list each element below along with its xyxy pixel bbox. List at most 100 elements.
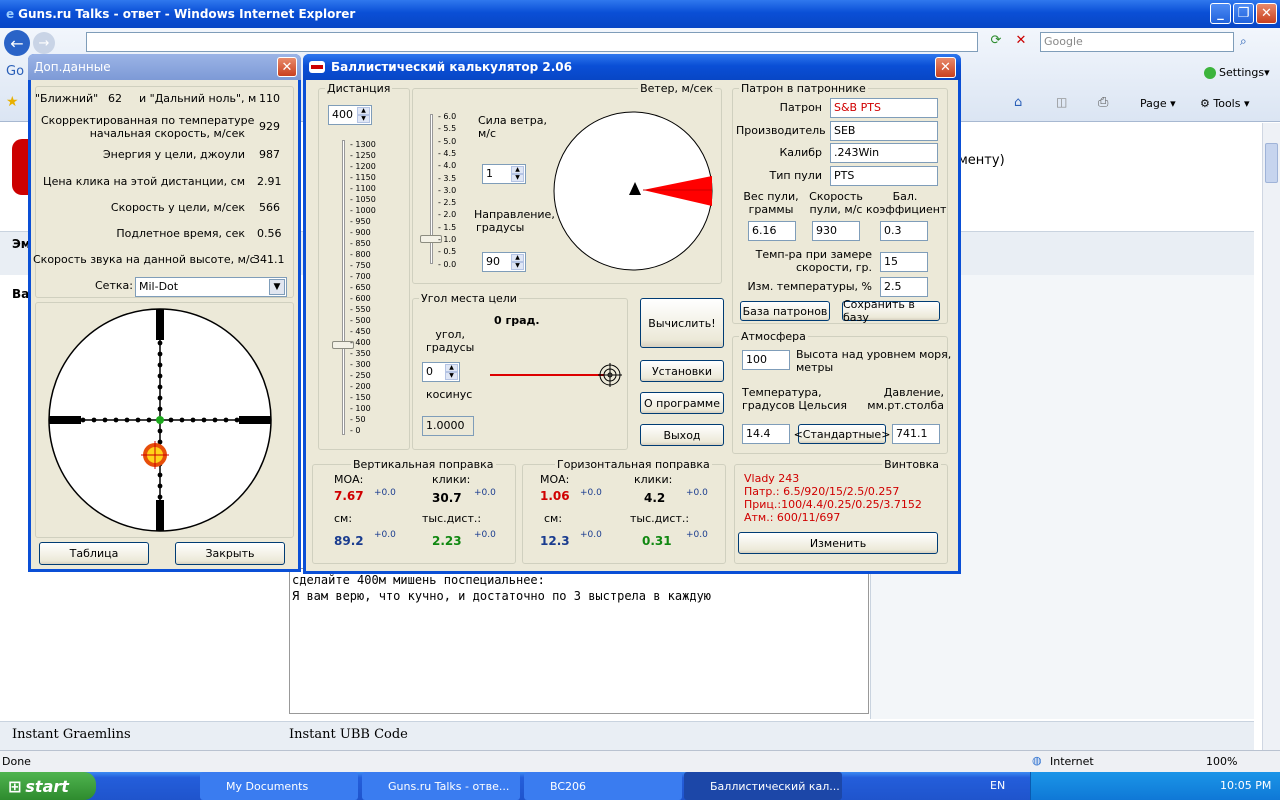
distance-tick-label: - 250 xyxy=(350,371,371,380)
settings-button[interactable]: Установки xyxy=(640,360,724,382)
save-base-button[interactable]: Сохранить в базу xyxy=(842,298,940,324)
address-bar[interactable] xyxy=(86,32,978,52)
distance-tick-label: - 600 xyxy=(350,294,371,303)
wind-dir-input[interactable]: 90 ▲ ▼ xyxy=(482,252,526,272)
distance-input[interactable]: 400 ▲ ▼ xyxy=(328,105,372,125)
wind-force-spinner[interactable]: ▲ ▼ xyxy=(511,166,524,182)
corr-label: Скорректированная по температуре начальна… xyxy=(41,114,255,140)
distance-tick-label: - 50 xyxy=(350,415,366,424)
scroll-thumb[interactable] xyxy=(1265,143,1278,183)
mil-dot xyxy=(157,340,163,346)
wind-tick-label: - 5.5 xyxy=(438,124,457,134)
distance-tick-label: - 1150 xyxy=(350,173,376,182)
minimize-button[interactable]: _ xyxy=(1210,3,1231,24)
favorites-star-icon[interactable]: ★ xyxy=(6,94,19,110)
instant-ubb-code: Instant UBB Code xyxy=(289,727,408,742)
google-logo: Go xyxy=(6,64,25,79)
distance-spinner[interactable]: ▲ ▼ xyxy=(357,107,370,123)
maker-input[interactable]: SEB xyxy=(830,121,938,141)
search-input[interactable]: Google xyxy=(1040,32,1234,52)
change-rifle-button[interactable]: Изменить xyxy=(738,532,938,554)
maximize-button[interactable]: ❐ xyxy=(1233,3,1254,24)
language-indicator[interactable]: EN xyxy=(990,779,1005,792)
dop-close-button[interactable]: ✕ xyxy=(277,57,297,77)
distance-tick-label: - 200 xyxy=(350,382,371,391)
calc-window: Баллистический калькулятор 2.06 ✕ Дистан… xyxy=(303,54,961,574)
chevron-down-icon[interactable]: ▼ xyxy=(269,279,285,295)
rifle-cartridge: Патр.: 6.5/920/15/2.5/0.257 xyxy=(744,485,900,498)
dop-body: "Ближний" 62 и "Дальний ноль", м 110 Ско… xyxy=(31,80,298,569)
wind-dir-spinner[interactable]: ▲ ▼ xyxy=(511,254,524,270)
time-value: 0.56 xyxy=(257,227,282,240)
patron-input[interactable]: S&B PTS xyxy=(830,98,938,118)
altitude-label: Высота над уровнем моря, метры xyxy=(796,348,952,374)
bc-input[interactable]: 0.3 xyxy=(880,221,928,241)
speed-label: Скорость пули, м/с xyxy=(809,190,863,216)
taskbar-item[interactable]: My Documents xyxy=(200,772,358,800)
exit-button[interactable]: Выход xyxy=(640,424,724,446)
calc-titlebar[interactable]: Баллистический калькулятор 2.06 ✕ xyxy=(303,54,961,80)
distance-tick-label: - 700 xyxy=(350,272,371,281)
distance-tick-label: - 950 xyxy=(350,217,371,226)
weight-input[interactable]: 6.16 xyxy=(748,221,796,241)
temperature-input[interactable]: 14.4 xyxy=(742,424,790,444)
start-button[interactable]: ⊞ start xyxy=(0,772,96,800)
ie-close-button[interactable]: ✕ xyxy=(1256,3,1277,24)
distance-slider-track[interactable] xyxy=(342,140,345,435)
dop-titlebar[interactable]: Доп.данные ✕ xyxy=(28,54,301,80)
close-button[interactable]: Закрыть xyxy=(175,542,285,565)
caliber-label: Калибр xyxy=(779,146,823,159)
temp-change-input[interactable]: 2.5 xyxy=(880,277,928,297)
tools-menu[interactable]: ⚙ Tools ▾ xyxy=(1200,97,1250,110)
standard-button[interactable]: <Стандартные> xyxy=(794,424,890,444)
altitude-input[interactable]: 100 xyxy=(742,350,790,370)
mil-dot xyxy=(157,362,163,368)
zoom-level[interactable]: 100% xyxy=(1206,755,1237,768)
reticle-post-left xyxy=(49,416,81,424)
mil-dot xyxy=(157,406,163,412)
angle-deg-text: 0 град. xyxy=(494,314,540,327)
print-icon[interactable]: ⎙ xyxy=(1098,95,1108,110)
wind-force-input[interactable]: 1 ▲ ▼ xyxy=(482,164,526,184)
ie-scrollbar[interactable] xyxy=(1262,123,1280,750)
grid-label: Сетка: xyxy=(95,279,133,292)
distance-tick-label: - 1050 xyxy=(350,195,376,204)
angle-spinner[interactable]: ▲ ▼ xyxy=(445,364,458,380)
wind-tick-label: - 2.5 xyxy=(438,198,457,208)
taskbar-item[interactable]: Guns.ru Talks - отве... xyxy=(362,772,520,800)
pressure-input[interactable]: 741.1 xyxy=(892,424,940,444)
compute-button[interactable]: Вычислить! xyxy=(640,298,724,348)
rifle-scope: Приц.:100/4.4/0.25/0.25/3.7152 xyxy=(744,498,922,511)
temp-measure-input[interactable]: 15 xyxy=(880,252,928,272)
corr-value: 929 xyxy=(259,120,280,133)
stop-button[interactable]: ✕ xyxy=(1011,33,1031,51)
taskbar-item-active[interactable]: Баллистический кал... xyxy=(684,772,842,800)
horiz-moa-value: 1.06 xyxy=(540,489,570,503)
feeds-icon[interactable]: ◫ xyxy=(1056,95,1067,109)
table-button[interactable]: Таблица xyxy=(39,542,149,565)
reply-textarea[interactable]: сделайте 400м мишень поспециальнее: Я ва… xyxy=(289,568,869,714)
home-icon[interactable]: ⌂ xyxy=(1014,95,1022,110)
vert-clicks-delta: +0.0 xyxy=(474,488,496,498)
angle-input[interactable]: 0 ▲ ▼ xyxy=(422,362,460,382)
ie-titlebar[interactable]: e Guns.ru Talks - ответ - Windows Intern… xyxy=(0,0,1280,28)
rifle-name: Vlady 243 xyxy=(744,472,800,485)
calc-close-button[interactable]: ✕ xyxy=(935,57,956,78)
forward-button[interactable]: → xyxy=(33,32,55,54)
taskbar-item[interactable]: BC206 xyxy=(524,772,682,800)
search-icon[interactable]: ⌕ xyxy=(1240,34,1247,49)
about-button[interactable]: О программе xyxy=(640,392,724,414)
bullet-input[interactable]: PTS xyxy=(830,166,938,186)
dop-window: Доп.данные ✕ "Ближний" 62 и "Дальний нол… xyxy=(28,54,301,572)
grid-select[interactable]: Mil-Dot xyxy=(135,277,287,297)
horiz-mil-delta: +0.0 xyxy=(686,530,708,540)
speed-input[interactable]: 930 xyxy=(812,221,860,241)
wind-tick-label: - 0.5 xyxy=(438,247,457,257)
caliber-input[interactable]: .243Win xyxy=(830,143,938,163)
mil-dot xyxy=(91,417,97,423)
refresh-button[interactable]: ⟳ xyxy=(986,33,1006,51)
page-menu[interactable]: Page ▾ xyxy=(1140,97,1176,110)
settings-menu[interactable]: Settings ▾ xyxy=(1204,66,1270,79)
back-button[interactable]: ← xyxy=(4,30,30,56)
cartridge-base-button[interactable]: База патронов xyxy=(740,301,830,321)
